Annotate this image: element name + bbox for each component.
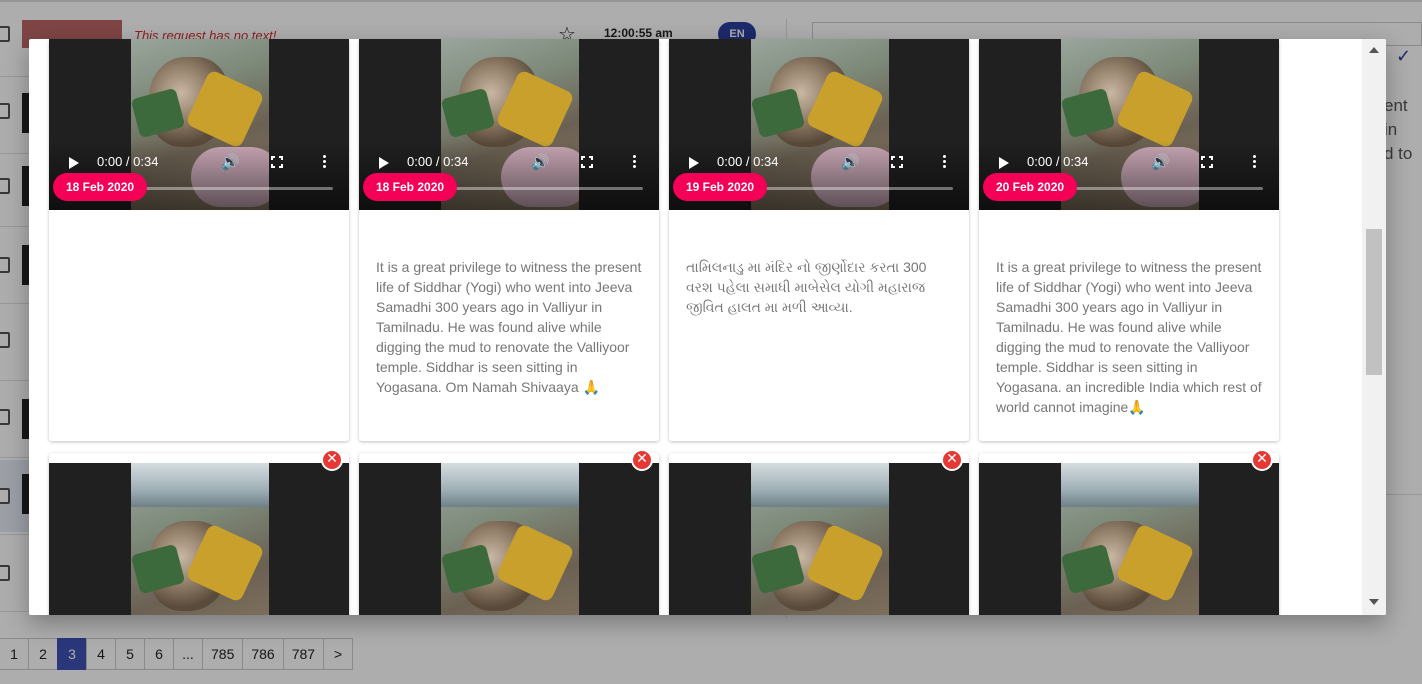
video-player[interactable] bbox=[49, 463, 349, 615]
volume-icon[interactable]: 🔊 bbox=[221, 153, 240, 171]
play-icon[interactable] bbox=[999, 157, 1009, 169]
play-icon[interactable] bbox=[689, 157, 699, 169]
card-description: It is a great privilege to witness the p… bbox=[996, 259, 1262, 415]
video-player[interactable]: 0:00 / 0:34 🔊 19 Feb 2020 bbox=[669, 39, 969, 210]
video-controls: 0:00 / 0:34 🔊 bbox=[359, 153, 659, 173]
scrollbar-thumb[interactable] bbox=[1366, 229, 1382, 375]
media-card: 0:00 / 0:34 🔊 19 Feb 2020 તામિલનાડુ મા મ… bbox=[669, 39, 969, 441]
modal-scrollbar[interactable] bbox=[1362, 39, 1386, 615]
more-vert-icon[interactable] bbox=[1253, 155, 1257, 169]
more-vert-icon[interactable] bbox=[943, 155, 947, 169]
card-description: તામિલનાડુ મા મંદિર નો જીર્ણોદાર કરતા 300… bbox=[686, 259, 927, 315]
video-time: 0:00 / 0:34 bbox=[97, 154, 159, 169]
media-card: ✕ bbox=[979, 449, 1279, 615]
play-icon[interactable] bbox=[69, 157, 79, 169]
scroll-down-icon[interactable] bbox=[1369, 599, 1379, 605]
media-card: 0:00 / 0:34 🔊 20 Feb 2020 It is a great … bbox=[979, 39, 1279, 441]
video-time: 0:00 / 0:34 bbox=[407, 154, 469, 169]
card-description: It is a great privilege to witness the p… bbox=[376, 259, 642, 395]
fullscreen-icon[interactable] bbox=[581, 156, 593, 168]
date-badge: 18 Feb 2020 bbox=[363, 173, 458, 201]
fullscreen-icon[interactable] bbox=[891, 156, 903, 168]
scroll-up-icon[interactable] bbox=[1369, 47, 1379, 53]
media-card: ✕ bbox=[359, 449, 659, 615]
video-player[interactable]: 0:00 / 0:34 🔊 18 Feb 2020 bbox=[359, 39, 659, 210]
close-icon[interactable]: ✕ bbox=[941, 449, 963, 471]
fullscreen-icon[interactable] bbox=[271, 156, 283, 168]
close-icon[interactable]: ✕ bbox=[1251, 449, 1273, 471]
video-controls: 0:00 / 0:34 🔊 bbox=[49, 153, 349, 173]
date-badge: 18 Feb 2020 bbox=[53, 173, 148, 201]
volume-icon[interactable]: 🔊 bbox=[531, 153, 550, 171]
fullscreen-icon[interactable] bbox=[1201, 156, 1213, 168]
play-icon[interactable] bbox=[379, 157, 389, 169]
date-badge: 19 Feb 2020 bbox=[673, 173, 768, 201]
media-card: 0:00 / 0:34 🔊 18 Feb 2020 It is a great … bbox=[359, 39, 659, 441]
volume-icon[interactable]: 🔊 bbox=[1151, 153, 1170, 171]
volume-icon[interactable]: 🔊 bbox=[841, 153, 860, 171]
video-frame bbox=[441, 463, 579, 615]
video-frame bbox=[131, 463, 269, 615]
video-frame bbox=[1061, 463, 1199, 615]
media-card: 0:00 / 0:34 🔊 18 Feb 2020 bbox=[49, 39, 349, 441]
video-player[interactable] bbox=[359, 463, 659, 615]
media-card: ✕ bbox=[669, 449, 969, 615]
media-card: ✕ bbox=[49, 449, 349, 615]
more-vert-icon[interactable] bbox=[323, 155, 327, 169]
video-player[interactable]: 0:00 / 0:34 🔊 18 Feb 2020 bbox=[49, 39, 349, 210]
video-player[interactable] bbox=[669, 463, 969, 615]
close-icon[interactable]: ✕ bbox=[631, 449, 653, 471]
more-vert-icon[interactable] bbox=[633, 155, 637, 169]
video-frame bbox=[751, 463, 889, 615]
video-player[interactable] bbox=[979, 463, 1279, 615]
video-time: 0:00 / 0:34 bbox=[717, 154, 779, 169]
video-controls: 0:00 / 0:34 🔊 bbox=[979, 153, 1279, 173]
date-badge: 20 Feb 2020 bbox=[983, 173, 1078, 201]
video-player[interactable]: 0:00 / 0:34 🔊 20 Feb 2020 bbox=[979, 39, 1279, 210]
close-icon[interactable]: ✕ bbox=[321, 449, 343, 471]
media-modal: 0:00 / 0:34 🔊 18 Feb 2020 0:00 / 0:34 🔊 bbox=[29, 39, 1386, 615]
video-controls: 0:00 / 0:34 🔊 bbox=[669, 153, 969, 173]
video-time: 0:00 / 0:34 bbox=[1027, 154, 1089, 169]
